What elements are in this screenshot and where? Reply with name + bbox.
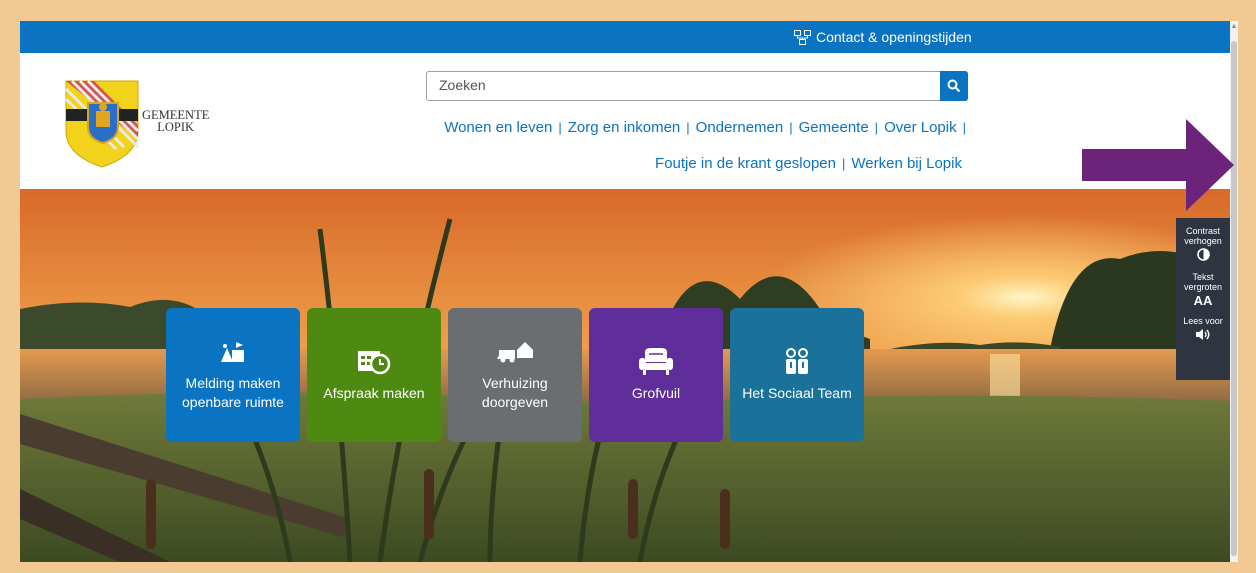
quick-links: Melding maken openbare ruimte Afspraak m… bbox=[166, 308, 864, 442]
tile-verhuizing[interactable]: Verhuizing doorgeven bbox=[448, 308, 582, 442]
search-icon bbox=[947, 79, 961, 93]
report-icon bbox=[221, 342, 244, 362]
main-nav-row-2: Foutje in de krant geslopen | Werken bij L… bbox=[220, 155, 962, 172]
nav-separator: | bbox=[558, 120, 562, 135]
annotation-arrow-icon bbox=[1082, 119, 1234, 211]
accessibility-toolbar: Contrast verhogen Tekst vergroten AA Lee… bbox=[1176, 218, 1230, 380]
coat-of-arms-icon bbox=[64, 79, 140, 168]
nav-item-gemeente[interactable]: Gemeente bbox=[799, 119, 869, 136]
tile-grofvuil[interactable]: Grofvuil bbox=[589, 308, 723, 442]
logo-line-2: LOPIK bbox=[157, 120, 195, 134]
site-header: GEMEENTE LOPIK Wonen en leven | Zorg en in… bbox=[20, 53, 1230, 189]
tile-melding-maken[interactable]: Melding maken openbare ruimte bbox=[166, 308, 300, 442]
tile-label: Afspraak maken bbox=[323, 384, 425, 401]
municipality-logo[interactable]: GEMEENTE LOPIK bbox=[64, 79, 224, 169]
text-size-button[interactable]: Tekst vergroten AA bbox=[1176, 264, 1230, 308]
text-size-icon: AA bbox=[1193, 293, 1213, 308]
moving-truck-icon bbox=[497, 342, 533, 363]
scroll-up-arrow-icon[interactable]: ▲ bbox=[1230, 23, 1238, 31]
nav-item-over-lopik[interactable]: Over Lopik bbox=[884, 119, 957, 136]
nav-item-zorg[interactable]: Zorg en inkomen bbox=[568, 119, 681, 136]
contrast-icon bbox=[1196, 248, 1210, 261]
sitemap-icon bbox=[794, 29, 811, 45]
nav-separator: | bbox=[962, 120, 966, 135]
search-input[interactable] bbox=[427, 72, 939, 98]
nav-separator: | bbox=[874, 120, 879, 135]
people-icon bbox=[786, 347, 808, 374]
nav-item-werken[interactable]: Werken bij Lopik bbox=[851, 155, 962, 172]
nav-separator: | bbox=[686, 120, 690, 135]
armchair-icon bbox=[639, 347, 673, 375]
contrast-label: Contrast verhogen bbox=[1184, 226, 1222, 246]
hero-banner: Melding maken openbare ruimte Afspraak m… bbox=[20, 189, 1230, 562]
main-nav-row-1: Wonen en leven | Zorg en inkomen | Onderneme… bbox=[220, 119, 972, 136]
nav-separator: | bbox=[841, 156, 846, 171]
text-size-label: Tekst vergroten bbox=[1183, 272, 1223, 292]
browser-viewport: Contact & openingstijden ▲ GEMEENTE LOPI… bbox=[20, 21, 1238, 562]
nav-item-ondernemen[interactable]: Ondernemen bbox=[696, 119, 784, 136]
calendar-clock-icon bbox=[358, 350, 391, 374]
contrast-button[interactable]: Contrast verhogen bbox=[1176, 218, 1230, 264]
tile-afspraak-maken[interactable]: Afspraak maken bbox=[307, 308, 441, 442]
read-aloud-label: Lees voor bbox=[1183, 316, 1223, 326]
nav-separator: | bbox=[789, 120, 793, 135]
search-box bbox=[426, 71, 968, 101]
tile-label: Het Sociaal Team bbox=[742, 384, 852, 401]
nav-item-wonen[interactable]: Wonen en leven bbox=[444, 119, 552, 136]
tile-label: Melding maken openbare ruimte bbox=[182, 375, 284, 410]
logo-text: GEMEENTE LOPIK bbox=[142, 109, 209, 134]
read-aloud-button[interactable]: Lees voor bbox=[1176, 308, 1230, 344]
tile-sociaal-team[interactable]: Het Sociaal Team bbox=[730, 308, 864, 442]
scrollbar[interactable]: ▲ bbox=[1230, 21, 1238, 562]
contact-link[interactable]: Contact & openingstijden bbox=[794, 29, 972, 45]
contact-label: Contact & openingstijden bbox=[816, 29, 972, 45]
top-bar: Contact & openingstijden bbox=[20, 21, 1230, 53]
speaker-icon bbox=[1196, 329, 1210, 340]
nav-item-foutje[interactable]: Foutje in de krant geslopen bbox=[655, 155, 836, 172]
tile-label: Grofvuil bbox=[631, 384, 681, 401]
search-button[interactable] bbox=[940, 71, 968, 101]
tile-label: Verhuizing doorgeven bbox=[481, 375, 549, 410]
